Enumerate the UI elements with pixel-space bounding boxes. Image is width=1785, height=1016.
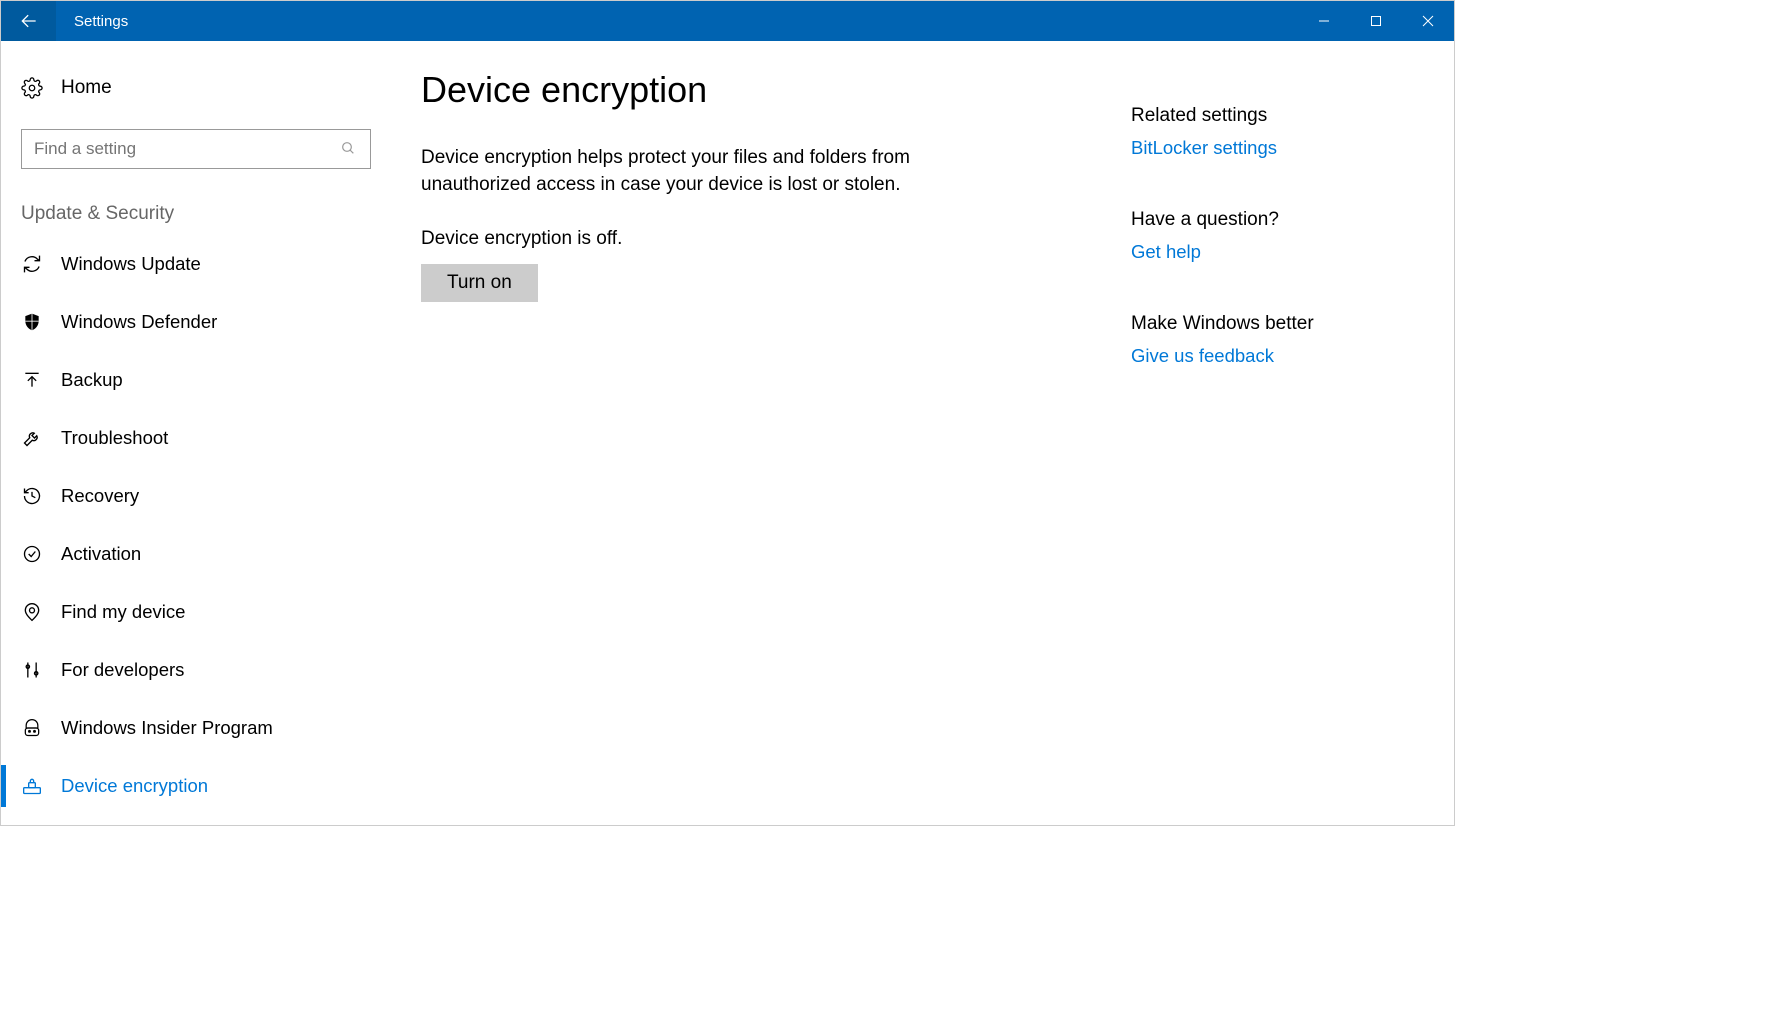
bitlocker-settings-link[interactable]: BitLocker settings xyxy=(1131,137,1411,159)
settings-window: Settings Home xyxy=(0,0,1455,826)
sync-icon xyxy=(21,253,43,275)
search-icon xyxy=(340,140,358,158)
close-button[interactable] xyxy=(1402,1,1454,41)
page-description: Device encryption helps protect your fil… xyxy=(421,145,921,198)
sidebar-home[interactable]: Home xyxy=(1,61,396,115)
sidebar-item-label: For developers xyxy=(61,659,184,681)
feedback-group: Make Windows better Give us feedback xyxy=(1131,313,1411,367)
minimize-button[interactable] xyxy=(1298,1,1350,41)
give-feedback-link[interactable]: Give us feedback xyxy=(1131,345,1411,367)
upload-arrow-icon xyxy=(21,369,43,391)
sidebar-item-find-my-device[interactable]: Find my device xyxy=(1,583,396,641)
sidebar-item-label: Troubleshoot xyxy=(61,427,168,449)
sidebar-item-windows-defender[interactable]: Windows Defender xyxy=(1,293,396,351)
search-input[interactable] xyxy=(34,139,340,159)
sidebar-item-troubleshoot[interactable]: Troubleshoot xyxy=(1,409,396,467)
sidebar-section-title: Update & Security xyxy=(1,169,396,235)
maximize-button[interactable] xyxy=(1350,1,1402,41)
page-title: Device encryption xyxy=(421,69,1111,111)
sidebar: Home Update & Security Windows Update xyxy=(1,41,396,825)
sidebar-item-label: Recovery xyxy=(61,485,139,507)
sidebar-item-label: Windows Update xyxy=(61,253,201,275)
sidebar-item-recovery[interactable]: Recovery xyxy=(1,467,396,525)
sidebar-item-windows-update[interactable]: Windows Update xyxy=(1,235,396,293)
minimize-icon xyxy=(1318,15,1330,27)
window-title: Settings xyxy=(56,1,146,41)
check-circle-icon xyxy=(21,543,43,565)
location-icon xyxy=(21,601,43,623)
sidebar-home-label: Home xyxy=(61,77,112,99)
gear-icon xyxy=(21,77,43,99)
shield-icon xyxy=(21,311,43,333)
sidebar-item-label: Windows Defender xyxy=(61,311,217,333)
sidebar-item-activation[interactable]: Activation xyxy=(1,525,396,583)
sidebar-item-windows-insider[interactable]: Windows Insider Program xyxy=(1,699,396,757)
search-container xyxy=(1,115,396,169)
question-heading: Have a question? xyxy=(1131,209,1411,231)
sidebar-item-label: Backup xyxy=(61,369,123,391)
close-icon xyxy=(1422,15,1434,27)
sidebar-item-label: Activation xyxy=(61,543,141,565)
aside-column: Related settings BitLocker settings Have… xyxy=(1111,69,1411,825)
content-area: Device encryption Device encryption help… xyxy=(396,41,1454,825)
back-button[interactable] xyxy=(1,1,56,41)
ninja-cat-icon xyxy=(21,717,43,739)
wrench-icon xyxy=(21,427,43,449)
sidebar-item-device-encryption[interactable]: Device encryption xyxy=(1,757,396,815)
window-titlebar: Settings xyxy=(1,1,1454,41)
search-box[interactable] xyxy=(21,129,371,169)
sidebar-item-label: Find my device xyxy=(61,601,185,623)
sidebar-item-label: Device encryption xyxy=(61,775,208,797)
body: Home Update & Security Windows Update xyxy=(1,41,1454,825)
question-group: Have a question? Get help xyxy=(1131,209,1411,263)
turn-on-button[interactable]: Turn on xyxy=(421,264,538,302)
maximize-icon xyxy=(1370,15,1382,27)
history-icon xyxy=(21,485,43,507)
main-column: Device encryption Device encryption help… xyxy=(421,69,1111,825)
sidebar-item-backup[interactable]: Backup xyxy=(1,351,396,409)
related-settings-heading: Related settings xyxy=(1131,105,1411,127)
encryption-status: Device encryption is off. xyxy=(421,228,1111,250)
sidebar-item-label: Windows Insider Program xyxy=(61,717,273,739)
tools-icon xyxy=(21,659,43,681)
arrow-left-icon xyxy=(19,11,39,31)
lock-drive-icon xyxy=(21,775,43,797)
sidebar-item-for-developers[interactable]: For developers xyxy=(1,641,396,699)
related-settings-group: Related settings BitLocker settings xyxy=(1131,105,1411,159)
feedback-heading: Make Windows better xyxy=(1131,313,1411,335)
get-help-link[interactable]: Get help xyxy=(1131,241,1411,263)
